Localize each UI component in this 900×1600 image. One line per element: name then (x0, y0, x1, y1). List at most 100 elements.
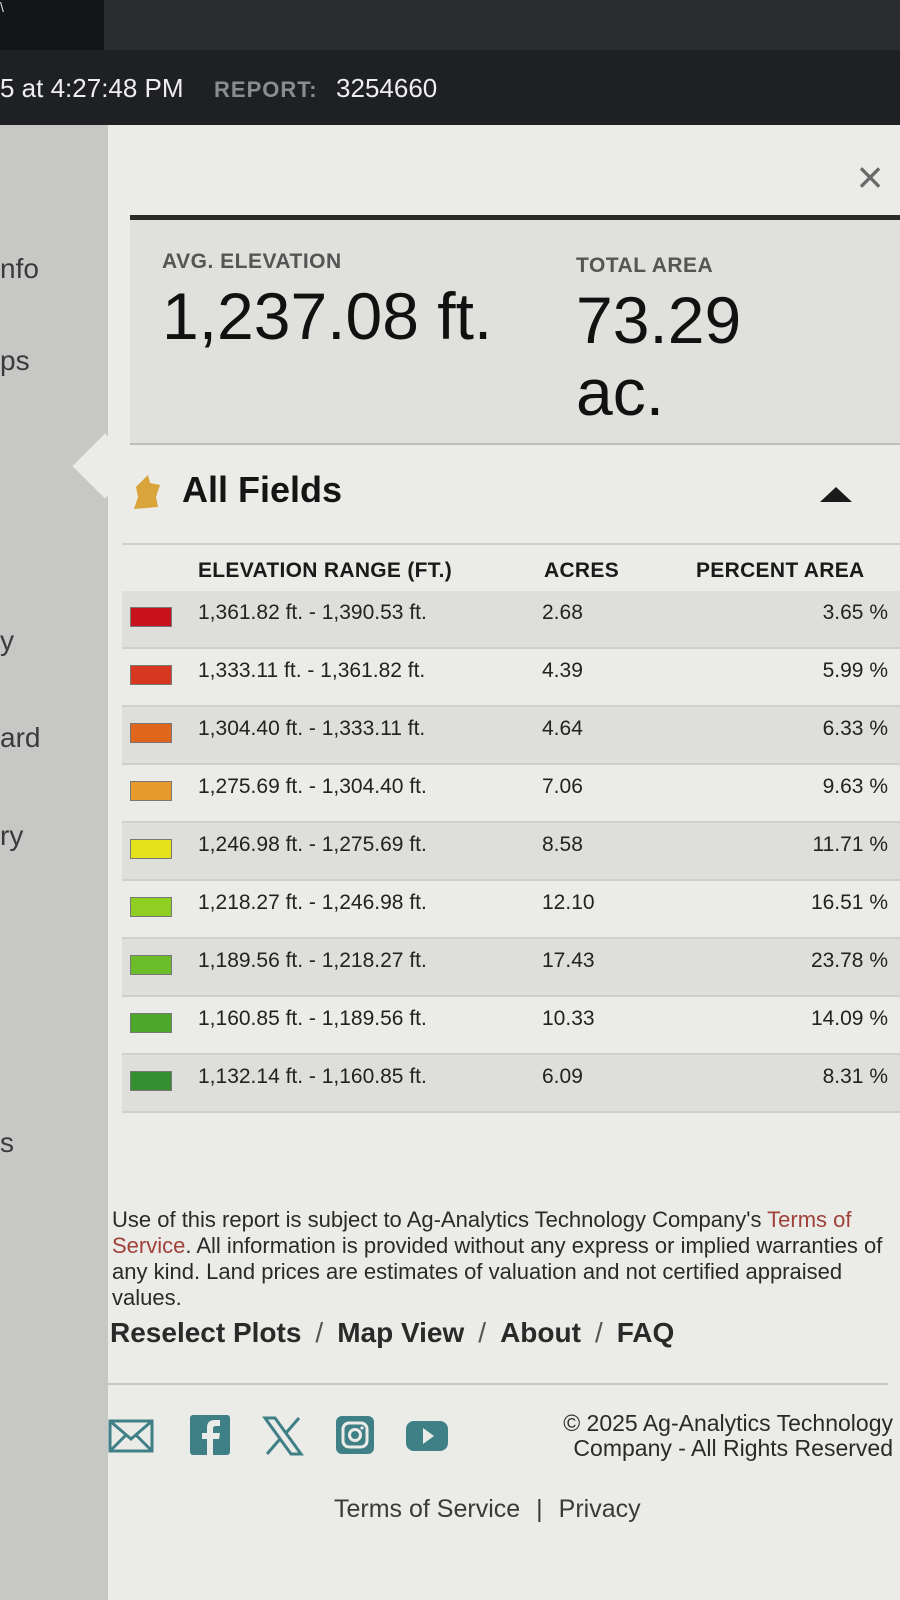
percent-area-cell: 16.51 % (810, 891, 888, 914)
percent-area-cell: 9.63 % (822, 775, 888, 798)
acres-cell: 2.68 (542, 601, 583, 624)
elevation-color-swatch (130, 1013, 172, 1033)
field-parcel-icon (134, 475, 160, 509)
copyright-line-1: © 2025 Ag-Analytics Technology (563, 1410, 893, 1436)
faq-link[interactable]: FAQ (617, 1317, 675, 1348)
nav-separator: / (478, 1317, 487, 1348)
instagram-icon[interactable] (332, 1415, 378, 1457)
acres-cell: 4.39 (542, 659, 583, 682)
sidebar-item-info[interactable]: nfo (0, 253, 39, 285)
reselect-plots-link[interactable]: Reselect Plots (110, 1317, 301, 1348)
disclaimer-part2: . All information is provided without an… (112, 1233, 883, 1310)
acres-cell: 8.58 (542, 833, 583, 856)
left-sidebar: nfo ps y ard ry s (0, 125, 110, 1600)
elevation-color-swatch (130, 839, 172, 859)
table-row: 1,218.27 ft. - 1,246.98 ft. 12.10 16.51 % (122, 881, 900, 939)
nav-separator: / (315, 1317, 324, 1348)
disclaimer-part1: Use of this report is subject to Ag-Anal… (112, 1207, 762, 1232)
youtube-icon[interactable] (404, 1415, 450, 1457)
elevation-range-cell: 1,132.14 ft. - 1,160.85 ft. (198, 1065, 427, 1088)
acres-cell: 7.06 (542, 775, 583, 798)
table-row: 1,304.40 ft. - 1,333.11 ft. 4.64 6.33 % (122, 707, 900, 765)
elevation-range-cell: 1,218.27 ft. - 1,246.98 ft. (198, 891, 427, 914)
elevation-range-cell: 1,304.40 ft. - 1,333.11 ft. (198, 717, 426, 740)
percent-area-cell: 11.71 % (812, 833, 889, 856)
table-row: 1,246.98 ft. - 1,275.69 ft. 8.58 11.71 % (122, 823, 900, 881)
table-row: 1,275.69 ft. - 1,304.40 ft. 7.06 9.63 % (122, 765, 900, 823)
percent-area-cell: 3.65 % (822, 601, 888, 624)
report-meta: 5 at 4:27:48 PM REPORT: 3254660 (0, 68, 437, 108)
percent-area-cell: 5.99 % (822, 659, 888, 682)
table-row: 1,160.85 ft. - 1,189.56 ft. 10.33 14.09 % (122, 997, 900, 1055)
elevation-range-cell: 1,160.85 ft. - 1,189.56 ft. (198, 1007, 427, 1030)
map-view-link[interactable]: Map View (337, 1317, 464, 1348)
report-label: REPORT: (214, 77, 318, 102)
browser-strip: \ (0, 0, 900, 50)
elevation-color-swatch (130, 897, 172, 917)
copyright-line-2: Company - All Rights Reserved (573, 1435, 893, 1461)
acres-cell: 4.64 (542, 717, 583, 740)
report-number: 3254660 (336, 73, 438, 103)
elevation-range-cell: 1,361.82 ft. - 1,390.53 ft. (198, 601, 427, 624)
percent-area-cell: 6.33 % (822, 717, 888, 740)
elevation-range-cell: 1,275.69 ft. - 1,304.40 ft. (198, 775, 427, 798)
sidebar-item-s[interactable]: s (0, 1127, 14, 1159)
percent-area-cell: 14.09 % (810, 1007, 888, 1030)
terms-of-service-footer-link[interactable]: Terms of Service (334, 1495, 520, 1523)
report-timestamp: 5 at 4:27:48 PM (0, 73, 184, 103)
close-button[interactable]: × (848, 154, 892, 200)
x-icon[interactable] (260, 1415, 306, 1457)
acres-cell: 12.10 (542, 891, 595, 914)
fields-header[interactable]: All Fields (130, 455, 900, 535)
elevation-range-cell: 1,189.56 ft. - 1,218.27 ft. (198, 949, 427, 972)
percent-area-cell: 23.78 % (810, 949, 888, 972)
elevation-report-panel: × AVG. ELEVATION 1,237.08 ft. TOTAL AREA… (72, 125, 900, 1600)
collapse-caret-icon[interactable] (820, 487, 852, 502)
table-row: 1,361.82 ft. - 1,390.53 ft. 2.68 3.65 % (122, 591, 900, 649)
header-acres: ACRES (544, 559, 620, 582)
total-area-label: TOTAL AREA (576, 254, 714, 277)
nav-separator: / (594, 1317, 603, 1348)
social-links (108, 1415, 468, 1463)
corner-glyph: \ (0, 0, 4, 15)
browser-strip-tab (104, 0, 900, 50)
copyright-text: © 2025 Ag-Analytics Technology Company -… (503, 1411, 893, 1461)
sidebar-item-y[interactable]: y (0, 625, 14, 657)
legal-separator: | (536, 1495, 543, 1523)
privacy-link[interactable]: Privacy (559, 1495, 641, 1523)
legal-links: Terms of Service | Privacy (334, 1495, 641, 1524)
acres-cell: 6.09 (542, 1065, 583, 1088)
elevation-range-cell: 1,246.98 ft. - 1,275.69 ft. (198, 833, 427, 856)
sidebar-item-maps[interactable]: ps (0, 345, 30, 377)
sidebar-item-dashboard[interactable]: ard (0, 722, 40, 754)
about-link[interactable]: About (500, 1317, 581, 1348)
facebook-icon[interactable] (186, 1415, 232, 1457)
elevation-color-swatch (130, 665, 172, 685)
elevation-range-cell: 1,333.11 ft. - 1,361.82 ft. (198, 659, 426, 682)
table-body: 1,361.82 ft. - 1,390.53 ft. 2.68 3.65 % 1,3… (122, 591, 900, 1113)
avg-elevation-label: AVG. ELEVATION (162, 250, 342, 273)
elevation-table: ELEVATION RANGE (FT.) ACRES PERCENT AREA… (122, 543, 900, 1113)
header-percent-area: PERCENT AREA (696, 559, 865, 582)
table-row: 1,333.11 ft. - 1,361.82 ft. 4.39 5.99 % (122, 649, 900, 707)
elevation-color-swatch (130, 723, 172, 743)
total-area-value: 73.29 (576, 283, 742, 357)
mail-icon[interactable] (108, 1415, 154, 1457)
acres-cell: 17.43 (542, 949, 595, 972)
top-header-bar: \ 5 at 4:27:48 PM REPORT: 3254660 (0, 0, 900, 125)
elevation-color-swatch (130, 955, 172, 975)
table-row: 1,189.56 ft. - 1,218.27 ft. 17.43 23.78 % (122, 939, 900, 997)
table-row: 1,132.14 ft. - 1,160.85 ft. 6.09 8.31 % (122, 1055, 900, 1113)
acres-cell: 10.33 (542, 1007, 595, 1030)
percent-area-cell: 8.31 % (822, 1065, 888, 1088)
fields-title: All Fields (182, 469, 343, 510)
avg-elevation-value: 1,237.08 ft. (162, 279, 493, 353)
elevation-color-swatch (130, 781, 172, 801)
disclaimer-text: Use of this report is subject to Ag-Anal… (112, 1207, 892, 1311)
table-header: ELEVATION RANGE (FT.) ACRES PERCENT AREA (122, 543, 900, 591)
sidebar-item-history[interactable]: ry (0, 820, 23, 852)
footer-divider (108, 1383, 888, 1385)
header-elevation-range: ELEVATION RANGE (FT.) (198, 559, 453, 582)
elevation-color-swatch (130, 1071, 172, 1091)
total-area-unit: ac. (576, 355, 665, 429)
